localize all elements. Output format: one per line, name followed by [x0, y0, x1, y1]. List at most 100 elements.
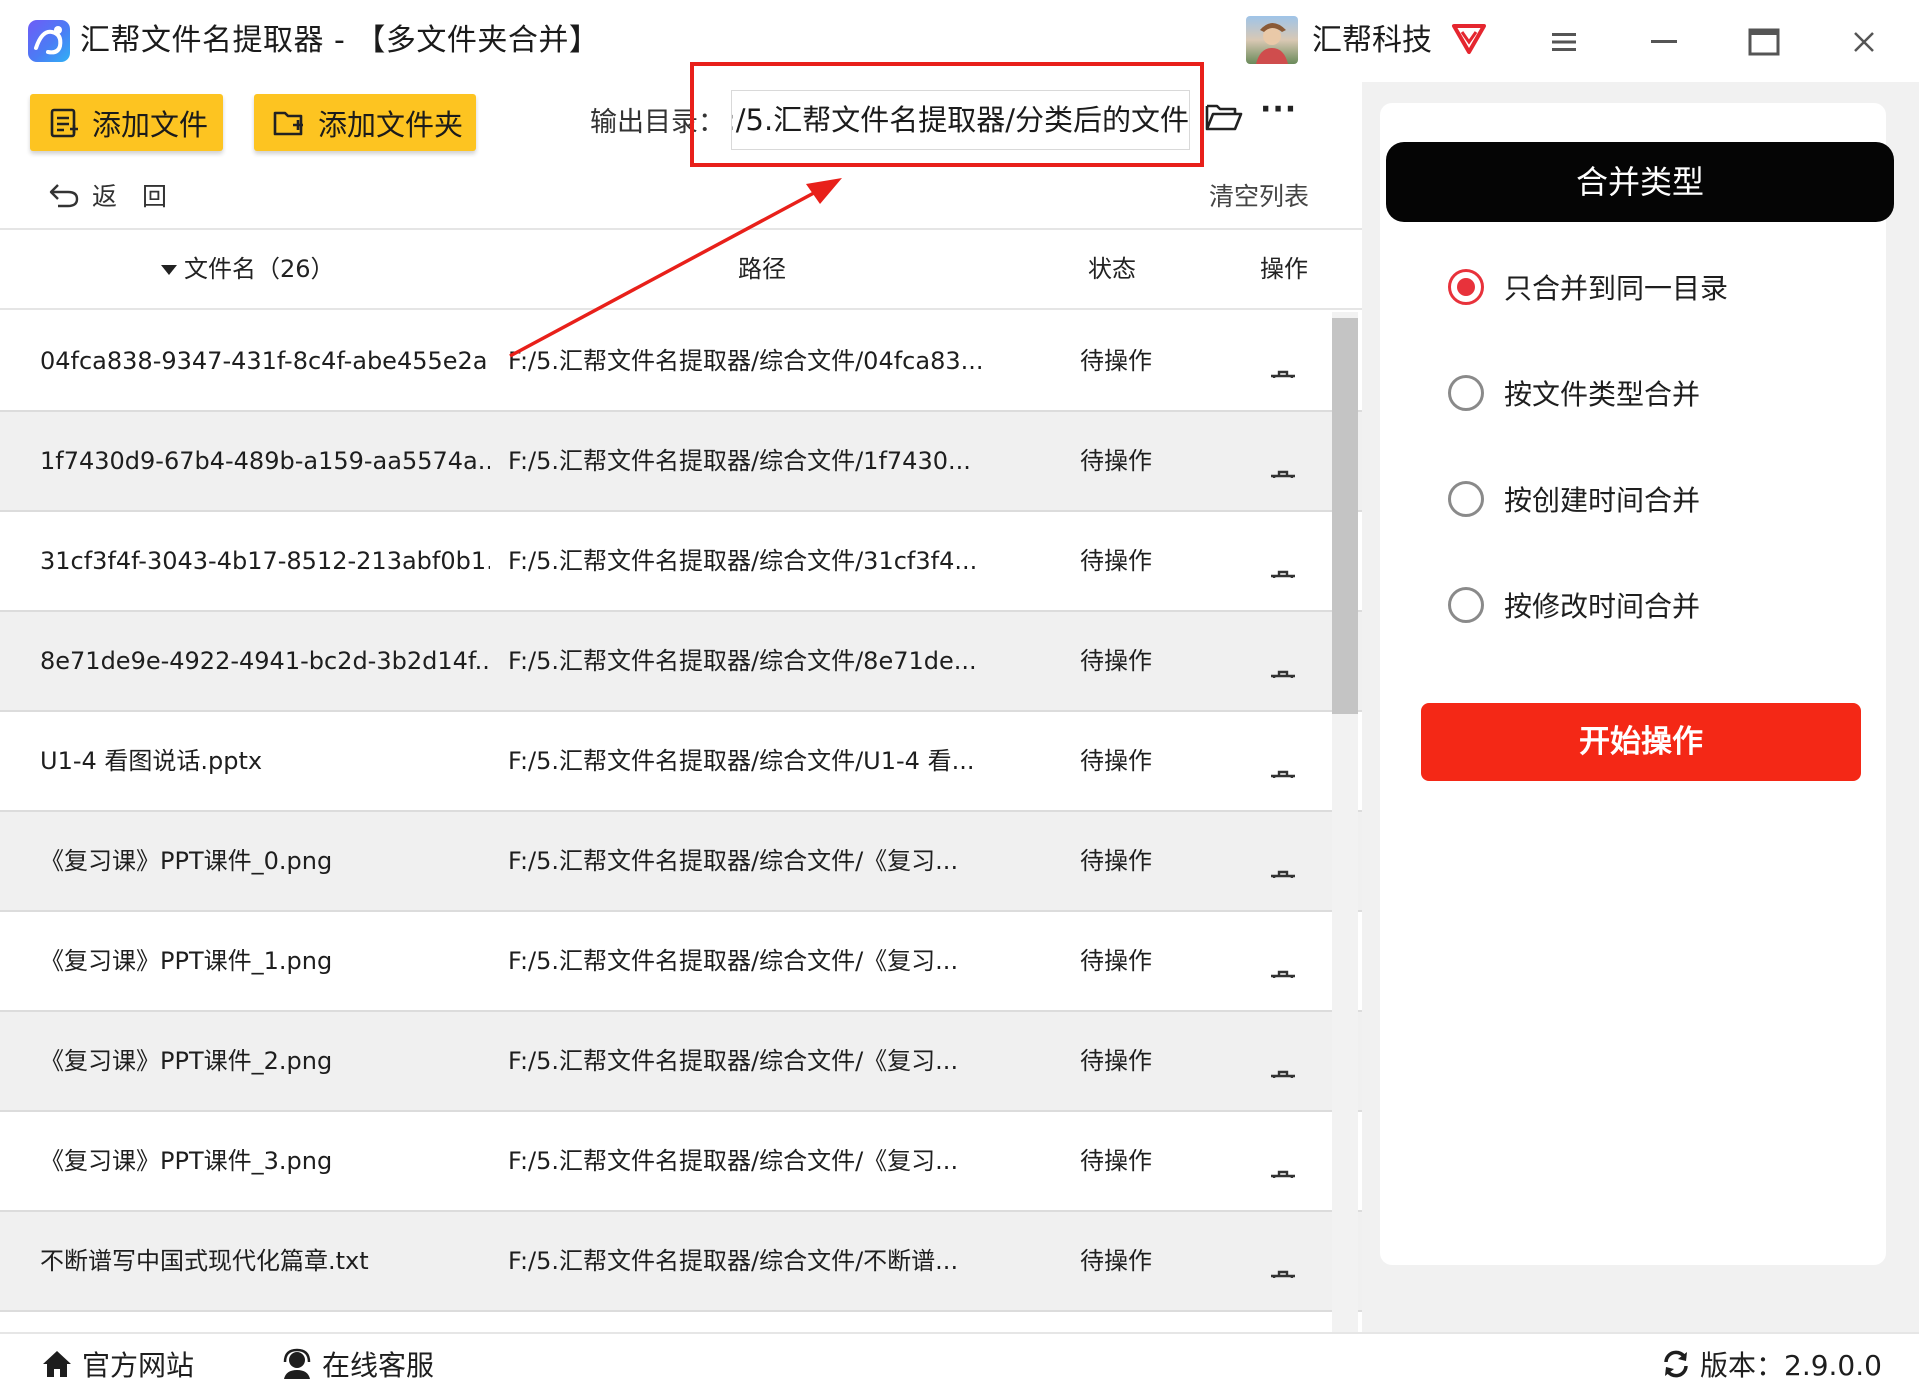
radio-button[interactable] [1448, 375, 1484, 411]
sort-down-icon [161, 265, 177, 275]
table-row[interactable]: 04fca838-9347-431f-8c4f-abe455e2a... F:/5… [0, 312, 1362, 412]
table-row[interactable]: 《复习课》PPT课件_1.png F:/5.汇帮文件名提取器/综合文件/《复习..… [0, 912, 1362, 1012]
delete-icon[interactable] [1268, 744, 1302, 778]
merge-type-title: 合并类型 [1386, 142, 1894, 222]
table-row[interactable]: 《复习课》PPT课件_0.png F:/5.汇帮文件名提取器/综合文件/《复习..… [0, 812, 1362, 912]
column-path-header: 路径 [738, 255, 786, 283]
file-name-cell: 《复习课》PPT课件_3.png [40, 1147, 333, 1175]
file-name-cell: 1f7430d9-67b4-489b-a159-aa5574a... [40, 447, 490, 475]
browse-folder-icon[interactable] [1205, 102, 1243, 136]
delete-icon[interactable] [1268, 1044, 1302, 1078]
add-folder-icon [273, 111, 303, 135]
start-button[interactable]: 开始操作 [1421, 703, 1861, 781]
scrollbar-thumb[interactable] [1332, 318, 1358, 714]
more-options-button[interactable]: ··· [1260, 92, 1297, 127]
add-file-icon [50, 108, 78, 137]
version-info: 版本：2.9.0.0 [1660, 1344, 1882, 1384]
file-name-cell: 《复习课》PPT课件_1.png [40, 947, 333, 975]
home-icon [43, 1351, 71, 1377]
merge-option-label: 按文件类型合并 [1504, 378, 1701, 411]
title-bar: 汇帮文件名提取器 - 【多文件夹合并】 汇帮科技 [0, 0, 1919, 82]
delete-icon[interactable] [1268, 644, 1302, 678]
menu-icon[interactable] [1542, 20, 1586, 64]
official-website-link[interactable]: 官方网站 [40, 1344, 194, 1384]
minimize-icon[interactable] [1642, 20, 1686, 64]
file-path-cell: F:/5.汇帮文件名提取器/综合文件/1f7430... [508, 447, 971, 475]
column-status-header: 状态 [1088, 255, 1136, 283]
back-arrow-icon [49, 184, 79, 208]
status-cell: 待操作 [1080, 447, 1152, 475]
merge-option-2[interactable]: 按文件类型合并 [1448, 373, 1700, 413]
table-row[interactable]: 不断谱写中国式现代化篇章.txt F:/5.汇帮文件名提取器/综合文件/不断谱..… [0, 1212, 1362, 1312]
scrollbar[interactable] [1332, 312, 1358, 1332]
back-button[interactable]: 返 回 [48, 177, 167, 213]
file-path-cell: F:/5.汇帮文件名提取器/综合文件/04fca83... [508, 347, 984, 375]
file-path-cell: F:/5.汇帮文件名提取器/综合文件/《复习... [508, 1147, 959, 1175]
file-name-cell: U1-4 看图说话.pptx [40, 747, 263, 775]
delete-icon[interactable] [1268, 444, 1302, 478]
maximize-icon[interactable] [1742, 20, 1786, 64]
file-table-body: 04fca838-9347-431f-8c4f-abe455e2a... F:/5… [0, 312, 1362, 1332]
back-label: 返 回 [92, 182, 168, 211]
merge-option-label: 按修改时间合并 [1504, 590, 1701, 623]
merge-option-1[interactable]: 只合并到同一目录 [1448, 267, 1728, 307]
file-path-cell: F:/5.汇帮文件名提取器/综合文件/不断谱... [508, 1247, 959, 1275]
status-cell: 待操作 [1080, 1247, 1152, 1275]
radio-button[interactable] [1448, 587, 1484, 623]
window-title: 汇帮文件名提取器 - 【多文件夹合并】 [80, 23, 600, 58]
file-name-cell: 04fca838-9347-431f-8c4f-abe455e2a... [40, 347, 490, 375]
column-op-header: 操作 [1260, 255, 1308, 283]
file-name-cell: 不断谱写中国式现代化篇章.txt [40, 1247, 369, 1275]
merge-option-4[interactable]: 按修改时间合并 [1448, 585, 1700, 625]
file-name-cell: 8e71de9e-4922-4941-bc2d-3b2d14f... [40, 647, 490, 675]
status-cell: 待操作 [1080, 547, 1152, 575]
output-dir-input[interactable]: F:/5.汇帮文件名提取器/分类后的文件 [731, 90, 1190, 150]
company-name: 汇帮科技 [1312, 23, 1432, 58]
close-icon[interactable] [1842, 20, 1886, 64]
merge-option-3[interactable]: 按创建时间合并 [1448, 479, 1700, 519]
add-file-button[interactable]: 添加文件 [30, 94, 223, 151]
add-file-label: 添加文件 [92, 107, 209, 142]
delete-icon[interactable] [1268, 1144, 1302, 1178]
table-row[interactable]: 《复习课》PPT课件_3.png F:/5.汇帮文件名提取器/综合文件/《复习..… [0, 1112, 1362, 1212]
table-row[interactable]: 1f7430d9-67b4-489b-a159-aa5574a... F:/5.汇… [0, 412, 1362, 512]
avatar[interactable] [1246, 16, 1298, 64]
status-cell: 待操作 [1080, 947, 1152, 975]
radio-button[interactable] [1448, 481, 1484, 517]
table-header: 文件名（26） 路径 状态 操作 [0, 230, 1362, 310]
official-website-label: 官方网站 [82, 1349, 195, 1382]
table-row[interactable]: 31cf3f4f-3043-4b17-8512-213abf0b1... F:/5… [0, 512, 1362, 612]
file-path-cell: F:/5.汇帮文件名提取器/综合文件/《复习... [508, 1047, 959, 1075]
file-path-cell: F:/5.汇帮文件名提取器/综合文件/31cf3f4... [508, 547, 978, 575]
delete-icon[interactable] [1268, 544, 1302, 578]
status-bar: 官方网站 在线客服 版本：2.9.0.0 [0, 1332, 1919, 1399]
headset-icon [283, 1348, 311, 1379]
clear-list-button[interactable]: 清空列表 [1209, 177, 1309, 213]
merge-option-label: 只合并到同一目录 [1504, 272, 1729, 305]
file-path-cell: F:/5.汇帮文件名提取器/综合文件/U1-4 看... [508, 747, 975, 775]
status-cell: 待操作 [1080, 747, 1152, 775]
column-name-header[interactable]: 文件名（26） [160, 230, 335, 308]
delete-icon[interactable] [1268, 344, 1302, 378]
status-cell: 待操作 [1080, 1047, 1152, 1075]
table-row[interactable]: 《复习课》PPT课件_2.png F:/5.汇帮文件名提取器/综合文件/《复习..… [0, 1012, 1362, 1112]
delete-icon[interactable] [1268, 1244, 1302, 1278]
delete-icon[interactable] [1268, 844, 1302, 878]
vip-icon[interactable] [1450, 20, 1488, 60]
refresh-icon [1664, 1350, 1688, 1378]
file-path-cell: F:/5.汇帮文件名提取器/综合文件/8e71de... [508, 647, 977, 675]
add-folder-button[interactable]: 添加文件夹 [254, 94, 476, 151]
table-row[interactable]: U1-4 看图说话.pptx F:/5.汇帮文件名提取器/综合文件/U1-4 看.… [0, 712, 1362, 812]
file-name-cell: 31cf3f4f-3043-4b17-8512-213abf0b1... [40, 547, 490, 575]
output-dir-value: F:/5.汇帮文件名提取器/分类后的文件 [731, 103, 1189, 137]
online-support-link[interactable]: 在线客服 [280, 1344, 434, 1384]
file-name-cell: 《复习课》PPT课件_2.png [40, 1047, 333, 1075]
status-cell: 待操作 [1080, 347, 1152, 375]
output-dir-label: 输出目录： [590, 107, 725, 138]
status-cell: 待操作 [1080, 1147, 1152, 1175]
file-name-cell: 《复习课》PPT课件_0.png [40, 847, 333, 875]
table-row[interactable]: 8e71de9e-4922-4941-bc2d-3b2d14f... F:/5.汇… [0, 612, 1362, 712]
radio-button[interactable] [1448, 269, 1484, 305]
online-support-label: 在线客服 [322, 1349, 435, 1382]
delete-icon[interactable] [1268, 944, 1302, 978]
